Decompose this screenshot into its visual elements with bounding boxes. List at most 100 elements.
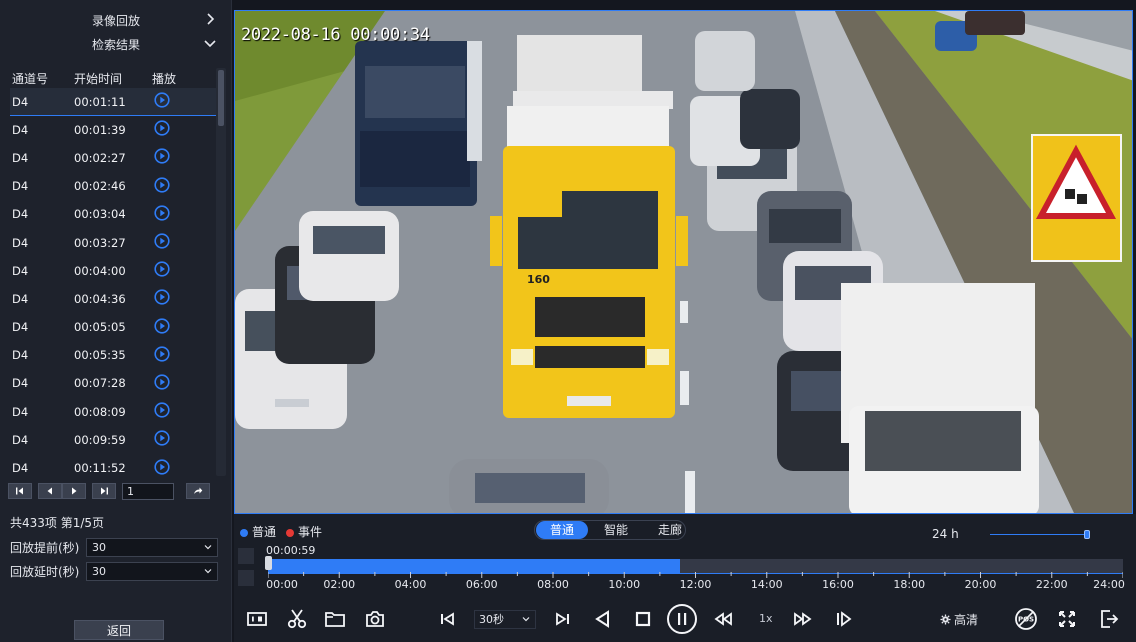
speed-up-button[interactable] (792, 608, 814, 630)
prev-page-button[interactable] (38, 483, 62, 499)
table-row[interactable]: D4 00:08:09 (10, 398, 216, 426)
play-circle-icon[interactable] (154, 148, 170, 165)
channel-toggle-1[interactable] (238, 548, 254, 564)
row-play (150, 261, 216, 280)
play-circle-icon[interactable] (154, 205, 170, 221)
table-row[interactable]: D4 00:01:11 (10, 88, 216, 117)
skip-step-select[interactable]: 30秒 (474, 610, 536, 629)
table-row[interactable]: D4 00:03:27 (10, 229, 216, 257)
exit-button[interactable] (1098, 608, 1120, 630)
last-page-icon (101, 487, 108, 495)
open-folder-button[interactable] (324, 608, 346, 630)
play-circle-icon[interactable] (154, 458, 170, 475)
play-circle-icon[interactable] (154, 317, 170, 334)
table-row[interactable]: D4 00:05:35 (10, 342, 216, 370)
skip-forward-button[interactable] (552, 608, 574, 630)
fast-forward-icon (794, 612, 812, 626)
play-circle-icon[interactable] (154, 402, 170, 418)
folder-icon (325, 612, 345, 627)
column-header-start-time: 开始时间 (74, 71, 123, 86)
table-row[interactable]: D4 00:04:00 (10, 257, 216, 285)
first-page-button[interactable] (8, 483, 32, 499)
table-row[interactable]: D4 00:03:04 (10, 201, 216, 229)
frame-step-icon (837, 611, 852, 627)
zoom-slider-thumb[interactable] (1084, 530, 1090, 539)
hour-label: 00:00 (266, 578, 298, 591)
play-circle-icon[interactable] (154, 233, 170, 249)
snapshot-button[interactable] (364, 608, 386, 630)
play-circle-icon[interactable] (154, 346, 170, 362)
zoom-slider-track[interactable] (990, 534, 1086, 535)
search-results-header[interactable]: 检索结果 (10, 33, 222, 55)
row-play (150, 402, 216, 421)
fullscreen-button[interactable] (1056, 608, 1078, 630)
video-viewport[interactable]: 160 2022-08-16 00:00:34 (234, 10, 1133, 514)
back-button[interactable]: 返回 (74, 620, 164, 640)
table-row[interactable]: D4 00:11:52 (10, 454, 216, 476)
tab-corridor[interactable]: 走廊 (644, 521, 696, 539)
table-row[interactable]: D4 00:02:46 (10, 173, 216, 201)
pre-playback-select[interactable]: 30 (86, 537, 218, 557)
snapshot-icon (366, 611, 384, 627)
table-row[interactable]: D4 00:04:36 (10, 285, 216, 313)
frame-step-button[interactable] (832, 608, 854, 630)
row-channel: D4 (12, 376, 29, 391)
record-clip-button[interactable] (246, 608, 268, 630)
scrollbar-thumb[interactable] (218, 70, 224, 126)
table-row[interactable]: D4 00:07:28 (10, 370, 216, 398)
column-header-play: 播放 (152, 71, 177, 86)
table-row[interactable]: D4 00:05:05 (10, 314, 216, 342)
settings-icon (940, 614, 951, 625)
stop-button[interactable] (632, 608, 654, 630)
play-circle-icon[interactable] (154, 177, 170, 193)
quality-selector[interactable]: 高清 (940, 611, 978, 628)
last-page-button[interactable] (92, 483, 116, 499)
post-playback-select[interactable]: 30 (86, 561, 218, 581)
exit-icon (1101, 610, 1119, 628)
table-row[interactable]: D4 00:01:39 (10, 116, 216, 144)
hour-label: 24:00 (1093, 578, 1125, 591)
results-scrollbar[interactable] (216, 68, 226, 476)
timeline-legend: 普通 事件 (240, 523, 322, 540)
row-channel: D4 (12, 179, 29, 194)
page-number-input[interactable]: 1 (122, 482, 174, 500)
recorded-segment[interactable] (268, 559, 681, 573)
row-channel: D4 (12, 207, 29, 222)
channel-toggle-2[interactable] (238, 570, 254, 586)
playback-header[interactable]: 录像回放 (10, 9, 222, 31)
play-circle-icon[interactable] (154, 120, 170, 136)
table-row[interactable]: D4 00:02:27 (10, 144, 216, 172)
chevron-right-icon[interactable] (202, 11, 218, 27)
tab-normal[interactable]: 普通 (536, 521, 589, 539)
play-circle-icon[interactable] (154, 289, 170, 306)
slow-down-button[interactable] (712, 608, 734, 630)
pos-overlay-button[interactable]: POS (1014, 607, 1038, 631)
pager: 1 (8, 482, 226, 500)
next-page-button[interactable] (62, 483, 86, 499)
play-circle-icon[interactable] (154, 261, 170, 277)
skip-forward-icon (556, 612, 569, 626)
play-circle-icon[interactable] (154, 374, 170, 390)
hour-label: 16:00 (822, 578, 854, 591)
go-page-button[interactable] (186, 483, 210, 499)
play-circle-icon[interactable] (154, 92, 170, 108)
timeline-cursor[interactable] (265, 556, 272, 570)
play-circle-icon[interactable] (154, 430, 170, 446)
row-play (150, 458, 216, 476)
osd-timestamp: 2022-08-16 00:00:34 (241, 25, 430, 45)
results-table: D4 00:01:11 D4 00:01:39 D4 00:02:27 D4 00:02:46… (10, 88, 216, 476)
hour-label: 14:00 (750, 578, 783, 591)
skip-back-button[interactable] (436, 608, 458, 630)
skip-back-icon (441, 612, 454, 626)
table-row[interactable]: D4 00:09:59 (10, 426, 216, 454)
tab-smart[interactable]: 智能 (590, 521, 642, 539)
chevron-down-icon (522, 617, 530, 622)
pause-button[interactable] (666, 603, 698, 635)
playback-title: 录像回放 (91, 13, 140, 28)
chevron-down-icon[interactable] (202, 35, 218, 51)
reverse-play-button[interactable] (592, 608, 614, 630)
hour-label: 02:00 (323, 578, 356, 591)
clip-button[interactable] (286, 608, 308, 630)
hour-label: 06:00 (465, 578, 498, 591)
cursor-time: 00:00:59 (266, 544, 316, 557)
